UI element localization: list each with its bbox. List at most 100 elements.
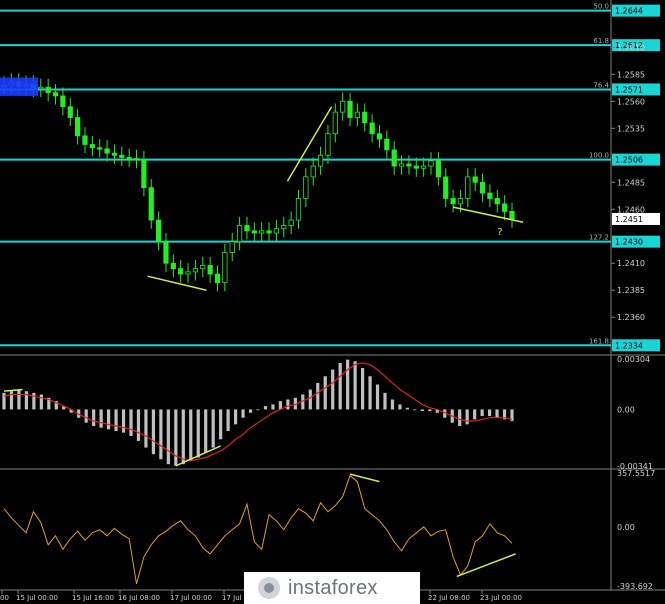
candle-body <box>428 160 434 167</box>
candle-body <box>111 152 118 156</box>
candle-body <box>450 198 456 205</box>
macd-histogram-bar <box>166 409 170 465</box>
macd-histogram-bar <box>159 409 163 460</box>
candle-body <box>155 219 162 243</box>
candle-body <box>141 159 147 189</box>
candle-body <box>369 122 375 135</box>
macd-histogram-bar <box>487 409 492 417</box>
macd-histogram-bar <box>286 399 290 410</box>
candle-body <box>236 225 243 243</box>
candle-body <box>133 158 140 161</box>
macd-histogram-bar <box>256 409 260 411</box>
macd-histogram-bar <box>278 401 283 410</box>
macd-histogram-bar <box>39 394 43 410</box>
question-mark: ? <box>497 227 502 238</box>
candle-body <box>487 192 493 199</box>
macd-histogram-bar <box>181 409 185 465</box>
macd-histogram-bar <box>353 361 357 410</box>
macd-histogram-bar <box>420 409 424 412</box>
macd-histogram-bar <box>189 409 193 461</box>
macd-histogram-bar <box>346 359 350 410</box>
macd-histogram-bar <box>99 409 103 428</box>
fib-level-price-label: 1.2644 <box>615 7 643 16</box>
candle-body <box>391 149 397 167</box>
fib-level-ratio: 100.0 <box>589 152 609 160</box>
macd-histogram-bar <box>2 392 6 410</box>
time-tick-label: 16 Jul 08:00 <box>118 594 160 602</box>
candle-body <box>163 241 169 264</box>
fib-level-ratio: 50.0 <box>593 3 609 11</box>
candle-body <box>465 176 471 199</box>
fib-level-ratio: 127.2 <box>589 234 609 242</box>
candle-body <box>178 268 184 275</box>
macd-histogram-bar <box>233 409 238 425</box>
price-tick-label: 1.2460 <box>617 205 645 214</box>
cci-tick-label: -393.692 <box>617 582 653 591</box>
candle-body <box>317 154 324 167</box>
macd-histogram-bar <box>458 409 462 427</box>
time-tick-label: 15 Jul 16:00 <box>72 594 114 602</box>
candle-body <box>376 133 383 140</box>
candle-body <box>229 241 235 253</box>
candle-body <box>214 273 221 284</box>
macd-histogram-bar <box>106 409 111 430</box>
price-tick-label: 1.2410 <box>617 259 645 268</box>
candle-body <box>332 111 338 135</box>
macd-histogram-bar <box>144 409 148 448</box>
macd-histogram-bar <box>428 409 432 412</box>
macd-histogram-bar <box>495 409 499 418</box>
fib-level-price-label: 1.2334 <box>615 341 643 350</box>
price-tick-label: 1.2535 <box>617 124 645 133</box>
time-tick-label: 00 <box>0 594 9 602</box>
macd-histogram-bar <box>92 409 96 427</box>
macd-histogram-bar <box>331 369 335 410</box>
fib-level-price-label: 1.2506 <box>615 156 643 165</box>
macd-histogram-bar <box>204 409 208 453</box>
candle-body <box>82 135 88 145</box>
macd-histogram-bar <box>390 399 395 410</box>
price-tick-label: 1.2360 <box>617 313 645 322</box>
candle-body <box>222 252 228 284</box>
macd-histogram-bar <box>271 404 275 410</box>
fib-level-ratio: 61.8 <box>593 37 609 45</box>
macd-histogram-bar <box>196 409 200 458</box>
candle-body <box>170 262 176 270</box>
candle-body <box>207 265 213 275</box>
candle-body <box>406 163 412 167</box>
cci-tick-label: 357.5517 <box>617 469 655 478</box>
macd-histogram-bar <box>129 409 133 436</box>
macd-histogram-bar <box>151 409 156 455</box>
macd-histogram-bar <box>263 406 268 410</box>
candle-body <box>354 111 361 118</box>
candle-body <box>259 230 265 234</box>
candle-body <box>340 100 346 113</box>
macd-histogram-bar <box>241 409 245 418</box>
fib-level-ratio: 76.4 <box>593 81 609 89</box>
highlight-box <box>0 77 38 96</box>
price-tick-label: 1.2585 <box>617 70 645 79</box>
price-tick-label: 1.2485 <box>617 178 645 187</box>
candle-body <box>443 176 449 199</box>
candle-body <box>502 203 508 212</box>
candle-body <box>479 181 486 194</box>
candle-body <box>104 148 110 154</box>
candle-body <box>398 163 405 167</box>
macd-histogram-bar <box>84 409 88 423</box>
candle-body <box>295 198 302 221</box>
candle-body <box>244 225 250 232</box>
candle-body <box>310 165 316 178</box>
candle-body <box>67 106 73 118</box>
candle-body <box>288 219 294 226</box>
candle-body <box>119 154 125 158</box>
macd-histogram-bar <box>375 384 380 410</box>
candle-body <box>75 117 81 137</box>
macd-histogram-bar <box>473 409 477 420</box>
candle-body <box>60 95 66 108</box>
macd-histogram-bar <box>316 382 320 410</box>
price-tick-label: 1.2560 <box>617 97 645 106</box>
candle-body <box>185 271 191 275</box>
candle-body <box>266 230 272 234</box>
macd-histogram-bar <box>121 409 126 433</box>
macd-histogram-bar <box>136 409 141 441</box>
candle-body <box>472 176 478 183</box>
